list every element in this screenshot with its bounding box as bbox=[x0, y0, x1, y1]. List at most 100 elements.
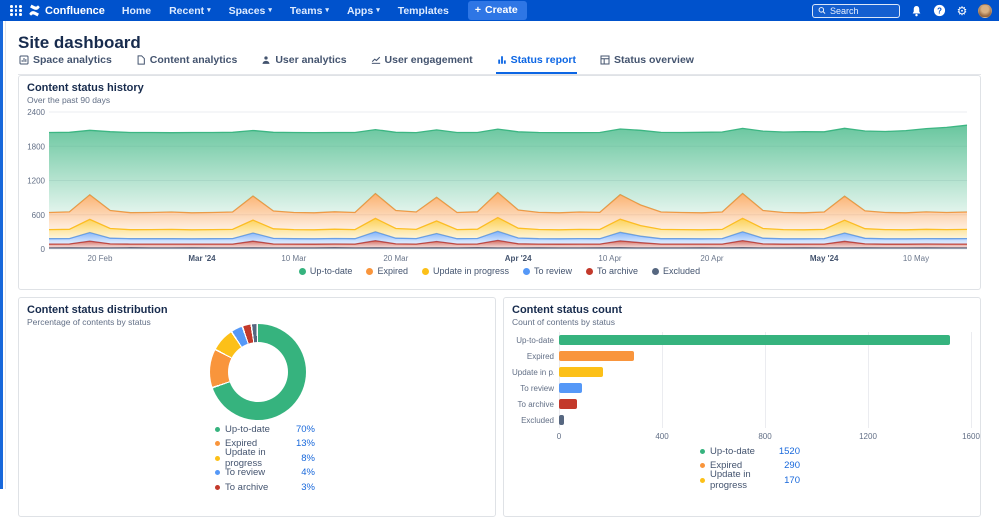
legend-value: 170 bbox=[784, 475, 800, 486]
tab-space-analytics[interactable]: Space analytics bbox=[18, 54, 113, 74]
tab-status-report[interactable]: Status report bbox=[496, 54, 577, 74]
distribution-chart-title: Content status distribution bbox=[27, 304, 168, 316]
legend-label: Update in progress bbox=[433, 266, 509, 276]
x-axis-tick-label: 400 bbox=[655, 432, 668, 441]
app-switcher-icon[interactable] bbox=[10, 5, 22, 16]
bar-category-label: Excluded bbox=[512, 416, 554, 425]
legend-label: Up-to-date bbox=[225, 424, 270, 435]
bar-update-in-p- bbox=[559, 367, 603, 377]
legend-dot bbox=[215, 441, 220, 446]
help-icon[interactable]: ? bbox=[932, 4, 946, 18]
confluence-mark-icon bbox=[28, 4, 41, 17]
user-avatar[interactable] bbox=[978, 4, 992, 18]
y-axis-label: 2400 bbox=[27, 108, 45, 117]
x-axis-label: 20 Feb bbox=[88, 254, 113, 263]
svg-text:?: ? bbox=[937, 6, 942, 15]
bar-category-label: Up-to-date bbox=[512, 336, 554, 345]
nav-item-spaces[interactable]: Spaces▾ bbox=[229, 5, 272, 17]
nav-item-home[interactable]: Home bbox=[122, 5, 151, 17]
nav-item-templates[interactable]: Templates bbox=[398, 5, 449, 17]
distribution-chart-subtitle: Percentage of contents by status bbox=[27, 317, 151, 327]
legend-item-up-to-date[interactable]: Up-to-date 1520 bbox=[700, 444, 800, 459]
legend-label: Expired bbox=[377, 266, 408, 276]
x-axis-label: 10 Apr bbox=[598, 254, 621, 263]
nav-right-group: ? ⚙ bbox=[812, 4, 992, 18]
bar-to-review bbox=[559, 383, 582, 393]
x-axis-label: Mar '24 bbox=[188, 254, 216, 263]
content-status-count-card: Content status count Count of contents b… bbox=[503, 297, 981, 517]
legend-dot bbox=[700, 449, 705, 454]
legend-label: Update in progress bbox=[710, 469, 784, 491]
content-status-distribution-card: Content status distribution Percentage o… bbox=[18, 297, 496, 517]
chevron-down-icon: ▾ bbox=[376, 7, 380, 14]
legend-dot bbox=[700, 478, 705, 483]
legend-label: Up-to-date bbox=[710, 446, 755, 457]
legend-dot bbox=[652, 268, 659, 275]
area-band-up-to-date bbox=[49, 125, 967, 213]
x-gridline bbox=[971, 332, 972, 428]
legend-item-to-archive[interactable]: To archive bbox=[586, 266, 638, 276]
nav-item-apps[interactable]: Apps▾ bbox=[347, 5, 380, 17]
space-analytics-icon bbox=[19, 55, 29, 65]
legend-item-update-in-progress[interactable]: Update in progress170 bbox=[700, 473, 800, 488]
legend-item-update-in-progress[interactable]: Update in progress8% bbox=[215, 451, 315, 466]
legend-dot bbox=[299, 268, 306, 275]
legend-item-to-review[interactable]: To review bbox=[523, 266, 572, 276]
legend-value: 3% bbox=[301, 482, 315, 493]
legend-dot bbox=[215, 485, 220, 490]
x-gridline bbox=[559, 332, 560, 428]
bar-category-label: To review bbox=[512, 384, 554, 393]
status-report-icon bbox=[497, 55, 507, 65]
settings-gear-icon[interactable]: ⚙ bbox=[955, 4, 969, 18]
legend-item-up-to-date[interactable]: Up-to-date70% bbox=[215, 422, 315, 437]
tab-content-analytics[interactable]: Content analytics bbox=[135, 54, 239, 74]
tab-user-engagement[interactable]: User engagement bbox=[370, 54, 474, 74]
legend-dot bbox=[586, 268, 593, 275]
top-navigation-bar: Confluence Home Recent▾ Spaces▾ Teams▾ A… bbox=[0, 0, 999, 21]
bar-category-label: To archive bbox=[512, 400, 554, 409]
page-title: Site dashboard bbox=[18, 33, 141, 53]
user-analytics-icon bbox=[261, 55, 271, 65]
tab-status-overview[interactable]: Status overview bbox=[599, 54, 695, 74]
legend-value: 1520 bbox=[779, 446, 800, 457]
y-axis-label: 1200 bbox=[27, 177, 45, 186]
bar-excluded bbox=[559, 415, 564, 425]
notifications-bell-icon[interactable] bbox=[909, 4, 923, 18]
search-input[interactable] bbox=[830, 6, 894, 16]
legend-item-expired[interactable]: Expired bbox=[366, 266, 408, 276]
legend-item-excluded[interactable]: Excluded bbox=[652, 266, 700, 276]
confluence-logo[interactable]: Confluence bbox=[28, 4, 105, 17]
bar-plot-area: 040080012001600 bbox=[559, 332, 971, 428]
x-axis-tick-label: 1200 bbox=[859, 432, 877, 441]
create-button[interactable]: + Create bbox=[468, 1, 527, 20]
x-axis-label: 20 Apr bbox=[700, 254, 723, 263]
x-axis-tick-label: 800 bbox=[758, 432, 771, 441]
x-axis-label: 20 Mar bbox=[383, 254, 408, 263]
legend-dot bbox=[366, 268, 373, 275]
chevron-down-icon: ▾ bbox=[207, 7, 211, 14]
chevron-down-icon: ▾ bbox=[325, 7, 329, 14]
legend-label: To review bbox=[534, 266, 572, 276]
bar-category-label: Update in p... bbox=[512, 368, 554, 377]
y-axis-label: 600 bbox=[32, 211, 46, 220]
dashboard-tabbar: Space analytics Content analytics User a… bbox=[18, 54, 981, 75]
nav-item-recent[interactable]: Recent▾ bbox=[169, 5, 211, 17]
x-axis-label: 10 Mar bbox=[281, 254, 306, 263]
search-icon bbox=[818, 6, 826, 15]
sidebar-divider bbox=[5, 21, 6, 489]
search-box[interactable] bbox=[812, 4, 900, 18]
history-chart-legend: Up-to-date Expired Update in progress To re… bbox=[19, 266, 980, 276]
legend-label: To archive bbox=[225, 482, 268, 493]
count-chart-subtitle: Count of contents by status bbox=[512, 317, 615, 327]
x-gridline bbox=[662, 332, 663, 428]
legend-item-to-archive[interactable]: To archive 3% bbox=[215, 480, 315, 495]
sidebar-accent-rail[interactable] bbox=[0, 21, 3, 489]
content-status-history-card: Content status history Over the past 90 … bbox=[18, 75, 981, 290]
legend-dot bbox=[700, 463, 705, 468]
nav-item-teams[interactable]: Teams▾ bbox=[290, 5, 329, 17]
tab-user-analytics[interactable]: User analytics bbox=[260, 54, 347, 74]
legend-label: To review bbox=[225, 467, 265, 478]
legend-item-update-in-progress[interactable]: Update in progress bbox=[422, 266, 509, 276]
legend-item-up-to-date[interactable]: Up-to-date bbox=[299, 266, 353, 276]
legend-dot bbox=[523, 268, 530, 275]
